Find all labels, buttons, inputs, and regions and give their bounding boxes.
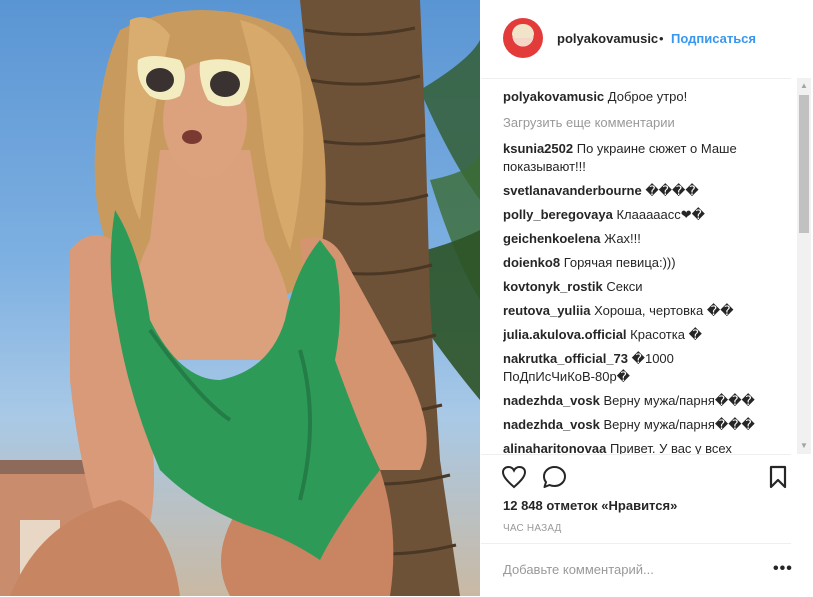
photo-illustration (0, 0, 480, 596)
header-separator: • (659, 31, 664, 46)
comment-text: Верну мужа/парня��� (603, 393, 755, 408)
comment-username[interactable]: doienko8 (503, 255, 560, 270)
add-comment-input[interactable] (503, 562, 743, 577)
comments-scrollbar[interactable]: ▲ ▼ (797, 78, 811, 454)
add-comment-section: ••• (481, 543, 793, 597)
action-bar (481, 454, 791, 495)
post-photo[interactable] (0, 0, 480, 596)
comment-text: Хороша, чертовка �� (594, 303, 734, 318)
comment-username[interactable]: nakrutka_official_73 (503, 351, 628, 366)
heart-icon[interactable] (501, 465, 527, 489)
comment: svetlanavanderbourne ���� (503, 182, 795, 200)
comment-username[interactable]: alinaharitonovaa (503, 441, 606, 454)
comment: alinaharitonovaa Привет. У вас у всех (503, 440, 795, 454)
comment: nadezhda_vosk Верну мужа/парня��� (503, 416, 795, 434)
post-header: polyakovamusic • Подписаться (481, 0, 791, 79)
comment-text: Секси (606, 279, 643, 294)
comment: polly_beregovaya Клааааасс❤� (503, 206, 795, 224)
caption: polyakovamusic Доброе утро! (503, 88, 795, 106)
instagram-post: polyakovamusic • Подписаться polyakovamu… (0, 0, 813, 596)
comment: nadezhda_vosk Верну мужа/парня��� (503, 392, 795, 410)
scroll-thumb[interactable] (799, 95, 809, 233)
comment-text: Красотка � (630, 327, 702, 342)
comment-text: Привет. У вас у всех (609, 441, 732, 454)
timestamp[interactable]: ЧАС НАЗАД (503, 523, 562, 534)
comment: ksunia2502 По украине сюжет о Маше показ… (503, 140, 795, 176)
comment: doienko8 Горячая певица:))) (503, 254, 795, 272)
scroll-down-arrow-icon[interactable]: ▼ (797, 440, 811, 454)
comment-username[interactable]: reutova_yuliia (503, 303, 590, 318)
comment-username[interactable]: nadezhda_vosk (503, 417, 600, 432)
comment: kovtonyk_rostik Секси (503, 278, 795, 296)
more-options-icon[interactable]: ••• (773, 560, 793, 578)
comments-list[interactable]: polyakovamusic Доброе утро! Загрузить ещ… (503, 88, 795, 454)
comment-text: ���� (645, 183, 699, 198)
comment-username[interactable]: polly_beregovaya (503, 207, 613, 222)
comment: nakrutka_official_73 �1000 ПоДпИсЧиКоВ-8… (503, 350, 795, 386)
likes-count[interactable]: 12 848 отметок «Нравится» (503, 498, 677, 513)
comment-username[interactable]: nadezhda_vosk (503, 393, 600, 408)
load-more-comments-button[interactable]: Загрузить еще комментарии (503, 114, 795, 132)
comment-username[interactable]: kovtonyk_rostik (503, 279, 603, 294)
comment-text: Клааааасс❤� (616, 207, 705, 222)
comment-icon[interactable] (542, 465, 568, 489)
caption-username[interactable]: polyakovamusic (503, 89, 604, 104)
header-username[interactable]: polyakovamusic (557, 31, 658, 46)
bookmark-icon[interactable] (768, 465, 788, 489)
follow-button[interactable]: Подписаться (671, 31, 756, 46)
post-panel: polyakovamusic • Подписаться polyakovamu… (481, 0, 813, 596)
caption-text: Доброе утро! (607, 89, 688, 104)
comment-text: Горячая певица:))) (563, 255, 676, 270)
comment-text: Верну мужа/парня��� (603, 417, 755, 432)
comment-username[interactable]: julia.akulova.official (503, 327, 627, 342)
comment-username[interactable]: geichenkoelena (503, 231, 601, 246)
comment: reutova_yuliia Хороша, чертовка �� (503, 302, 795, 320)
comment: julia.akulova.official Красотка � (503, 326, 795, 344)
comment: geichenkoelena Жах!!! (503, 230, 795, 248)
comment-username[interactable]: ksunia2502 (503, 141, 573, 156)
comment-username[interactable]: svetlanavanderbourne (503, 183, 642, 198)
avatar[interactable] (503, 18, 543, 58)
comment-text: Жах!!! (604, 231, 641, 246)
scroll-up-arrow-icon[interactable]: ▲ (797, 78, 811, 92)
